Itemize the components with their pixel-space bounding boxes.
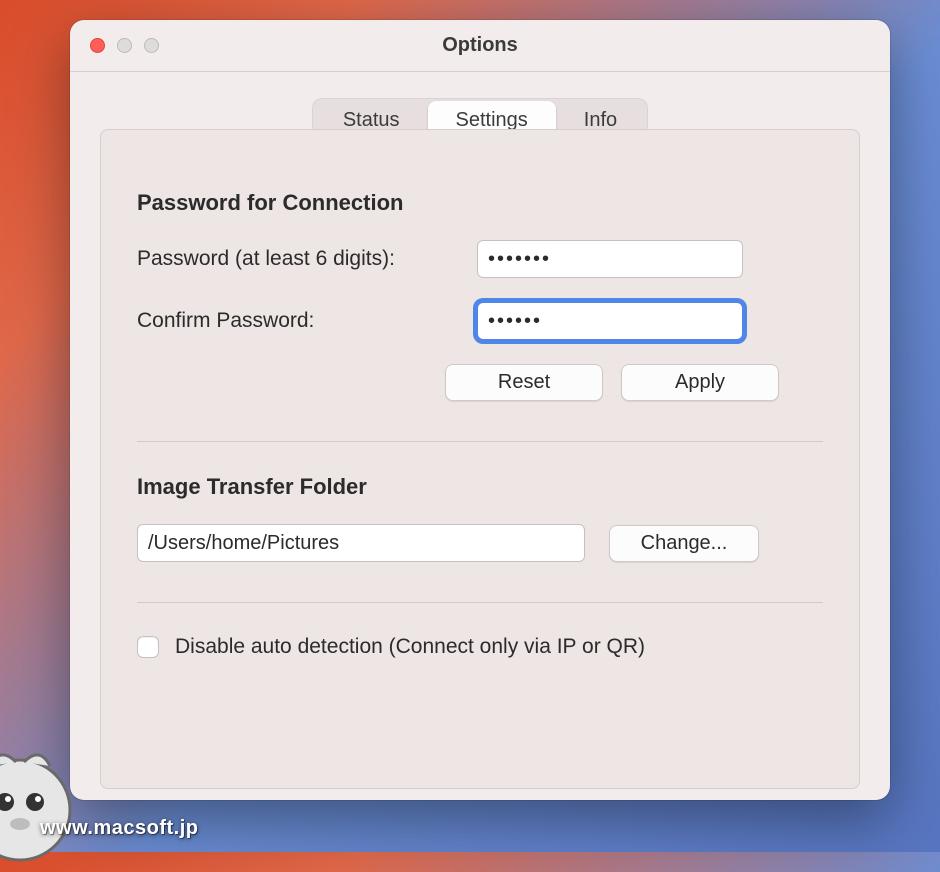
confirm-password-input[interactable] xyxy=(477,302,743,340)
apply-button[interactable]: Apply xyxy=(621,364,779,401)
divider-2 xyxy=(137,602,823,603)
password-label: Password (at least 6 digits): xyxy=(137,247,477,271)
settings-panel: Password for Connection Password (at lea… xyxy=(100,129,860,789)
password-row: Password (at least 6 digits): xyxy=(137,240,823,278)
folder-section-title: Image Transfer Folder xyxy=(137,474,823,500)
password-input[interactable] xyxy=(477,240,743,278)
traffic-lights xyxy=(90,38,159,53)
maximize-icon[interactable] xyxy=(144,38,159,53)
minimize-icon[interactable] xyxy=(117,38,132,53)
change-folder-button[interactable]: Change... xyxy=(609,525,759,562)
autodetect-row: Disable auto detection (Connect only via… xyxy=(137,635,823,659)
confirm-password-label: Confirm Password: xyxy=(137,309,477,333)
options-window: Options Status Settings Info Password fo… xyxy=(70,20,890,800)
window-title: Options xyxy=(70,34,890,57)
watermark-text: www.macsoft.jp xyxy=(40,817,199,840)
folder-path-input[interactable] xyxy=(137,524,585,562)
reset-button[interactable]: Reset xyxy=(445,364,603,401)
close-icon[interactable] xyxy=(90,38,105,53)
mascot-icon xyxy=(0,732,90,872)
disable-autodetect-label: Disable auto detection (Connect only via… xyxy=(175,635,645,659)
password-section-title: Password for Connection xyxy=(137,190,823,216)
password-buttons: Reset Apply xyxy=(445,364,823,401)
folder-row: Change... xyxy=(137,524,823,562)
confirm-password-row: Confirm Password: xyxy=(137,302,823,340)
divider-1 xyxy=(137,441,823,442)
titlebar: Options xyxy=(70,20,890,72)
disable-autodetect-checkbox[interactable] xyxy=(137,636,159,658)
